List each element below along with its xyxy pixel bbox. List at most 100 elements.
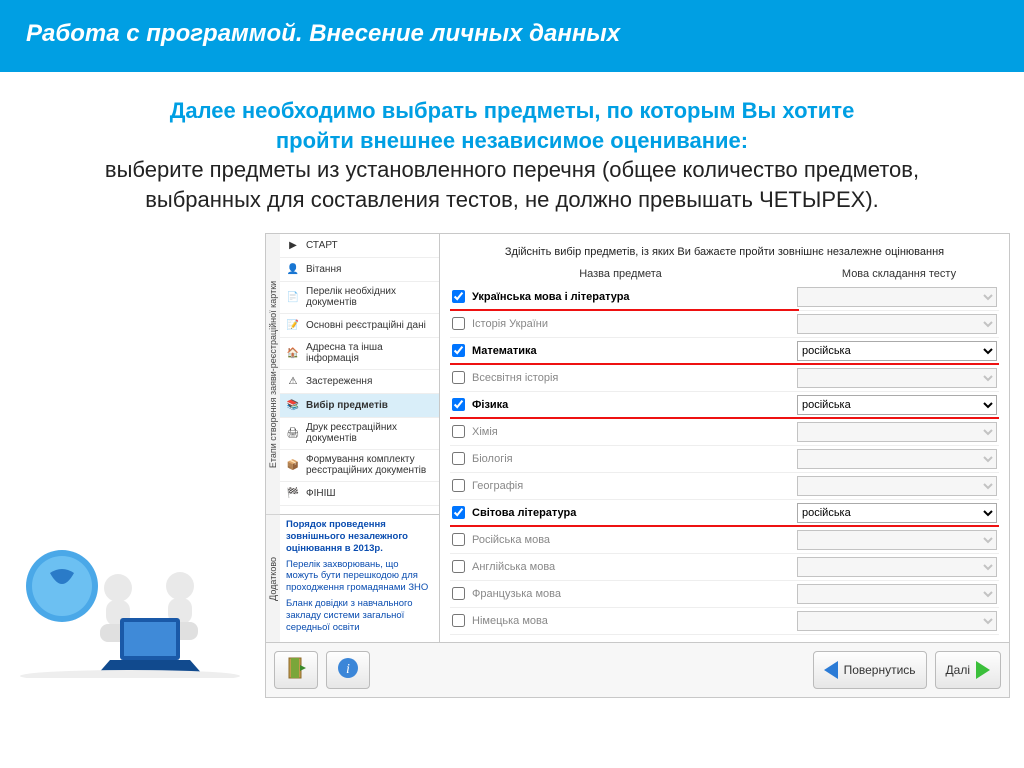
subject-checkbox[interactable] xyxy=(452,398,465,411)
back-button-label: Повернутись xyxy=(844,663,916,677)
exit-button[interactable] xyxy=(274,651,318,689)
instructions-block: Далее необходимо выбрать предметы, по ко… xyxy=(0,96,1024,233)
arrow-left-icon xyxy=(824,661,838,679)
instruction-line: выбранных для составления тестов, не дол… xyxy=(30,185,994,215)
sidebar-section-extra-label: Додатково xyxy=(266,515,280,642)
subject-row: Українська мова і література xyxy=(450,284,999,311)
subject-name: Французька мова xyxy=(472,588,791,600)
subject-checkbox[interactable] xyxy=(452,344,465,357)
slide-header: Работа с программой. Внесение личных дан… xyxy=(0,0,1024,72)
subject-row: Англійська мова xyxy=(450,554,999,581)
instruction-line: выберите предметы из установленного пере… xyxy=(30,155,994,185)
table-header: Назва предмета Мова складання тесту xyxy=(450,268,999,280)
subject-row: Французька мова xyxy=(450,581,999,608)
subject-checkbox[interactable] xyxy=(452,479,465,492)
step-icon: 🖨 xyxy=(286,426,300,440)
decor-illustration xyxy=(10,458,265,678)
step-label: СТАРТ xyxy=(306,240,338,252)
lang-select xyxy=(797,314,997,334)
step-icon: 📄 xyxy=(286,290,300,304)
subject-checkbox[interactable] xyxy=(452,506,465,519)
lang-select xyxy=(797,422,997,442)
lang-select xyxy=(797,368,997,388)
lang-select[interactable]: російська xyxy=(797,341,997,361)
sidebar-step-item[interactable]: 🖨 Друк реєстраційних документів xyxy=(280,418,439,450)
step-label: Вибір предметів xyxy=(306,400,388,412)
subject-checkbox[interactable] xyxy=(452,587,465,600)
lang-select xyxy=(797,611,997,631)
sidebar-step-item[interactable]: 📄 Перелік необхідних документів xyxy=(280,282,439,314)
sidebar: Етапи створення заяви-реєстраційної карт… xyxy=(266,234,440,642)
subject-checkbox[interactable] xyxy=(452,614,465,627)
subject-name: Математика xyxy=(472,345,791,357)
subject-row: Російська мова xyxy=(450,527,999,554)
content-pane: Здійсніть вибір предметів, із яких Ви ба… xyxy=(440,234,1009,642)
sidebar-extra-link[interactable]: Бланк довідки з навчального закладу сист… xyxy=(286,598,433,634)
step-label: Застереження xyxy=(306,376,372,388)
svg-text:i: i xyxy=(346,662,350,677)
subject-name: Англійська мова xyxy=(472,561,791,573)
subject-row: Хімія xyxy=(450,419,999,446)
door-icon xyxy=(286,657,306,682)
subject-name: Російська мова xyxy=(472,534,791,546)
lang-select xyxy=(797,449,997,469)
subject-row: Світова література російська xyxy=(450,500,999,527)
subject-row: Біологія xyxy=(450,446,999,473)
lang-select xyxy=(797,287,997,307)
subject-checkbox[interactable] xyxy=(452,452,465,465)
subject-name: Світова література xyxy=(472,507,791,519)
subject-name: Всесвітня історія xyxy=(472,372,791,384)
subject-name: Географія xyxy=(472,480,791,492)
subject-checkbox[interactable] xyxy=(452,533,465,546)
subject-name: Німецька мова xyxy=(472,615,791,627)
lang-select[interactable]: російська xyxy=(797,395,997,415)
subject-checkbox[interactable] xyxy=(452,560,465,573)
col-subject-header: Назва предмета xyxy=(450,268,799,280)
step-icon: 👤 xyxy=(286,262,300,276)
subject-row: Математика російська xyxy=(450,338,999,365)
step-label: Адресна та інша інформація xyxy=(306,342,433,365)
col-lang-header: Мова складання тесту xyxy=(799,268,999,280)
sidebar-step-item[interactable]: 📚 Вибір предметів xyxy=(280,394,439,418)
subject-name: Історія України xyxy=(472,318,791,330)
arrow-right-icon xyxy=(976,661,990,679)
step-label: Перелік необхідних документів xyxy=(306,286,433,309)
step-icon: ▶ xyxy=(286,238,300,252)
subject-checkbox[interactable] xyxy=(452,290,465,303)
lang-select xyxy=(797,530,997,550)
lang-select[interactable]: російська xyxy=(797,503,997,523)
subject-name: Біологія xyxy=(472,453,791,465)
sidebar-step-item[interactable]: ⚠ Застереження xyxy=(280,370,439,394)
subject-name: Українська мова і література xyxy=(472,291,791,303)
info-button[interactable]: i xyxy=(326,651,370,689)
sidebar-step-item[interactable]: 📝Основні реєстраційні дані xyxy=(280,314,439,338)
sidebar-extra-link[interactable]: Перелік захворювань, що можуть бути пере… xyxy=(286,559,433,595)
next-button[interactable]: Далі xyxy=(935,651,1001,689)
sidebar-step-item[interactable]: 👤Вітання xyxy=(280,258,439,282)
subject-checkbox[interactable] xyxy=(452,371,465,384)
step-icon: 🏁 xyxy=(286,486,300,500)
sidebar-step-item[interactable]: ▶ СТАРТ xyxy=(280,234,439,258)
sidebar-step-item[interactable]: 🏠Адресна та інша інформація xyxy=(280,338,439,370)
subject-name: Хімія xyxy=(472,426,791,438)
back-button[interactable]: Повернутись xyxy=(813,651,927,689)
step-label: Формування комплекту реєстраційних докум… xyxy=(306,454,433,477)
subject-name: Фізика xyxy=(472,399,791,411)
content-title: Здійсніть вибір предметів, із яких Ви ба… xyxy=(450,240,999,268)
sidebar-step-item[interactable]: 🏁ФІНІШ xyxy=(280,482,439,506)
app-window: Етапи створення заяви-реєстраційної карт… xyxy=(265,233,1010,698)
sidebar-section-steps-label: Етапи створення заяви-реєстраційної карт… xyxy=(266,234,280,514)
step-icon: 📚 xyxy=(286,398,300,412)
subject-row: Фізика російська xyxy=(450,392,999,419)
lang-select xyxy=(797,476,997,496)
step-icon: ⚠ xyxy=(286,374,300,388)
subject-row: Географія xyxy=(450,473,999,500)
sidebar-extra-link[interactable]: Порядок проведення зовнішнього незалежно… xyxy=(286,519,433,555)
subject-list: Українська мова і література Історія Укра… xyxy=(450,284,999,636)
sidebar-step-item[interactable]: 📦Формування комплекту реєстраційних доку… xyxy=(280,450,439,482)
subject-row: Історія України xyxy=(450,311,999,338)
subject-checkbox[interactable] xyxy=(452,317,465,330)
subject-checkbox[interactable] xyxy=(452,425,465,438)
info-icon: i xyxy=(337,657,359,682)
step-label: Друк реєстраційних документів xyxy=(306,422,433,445)
